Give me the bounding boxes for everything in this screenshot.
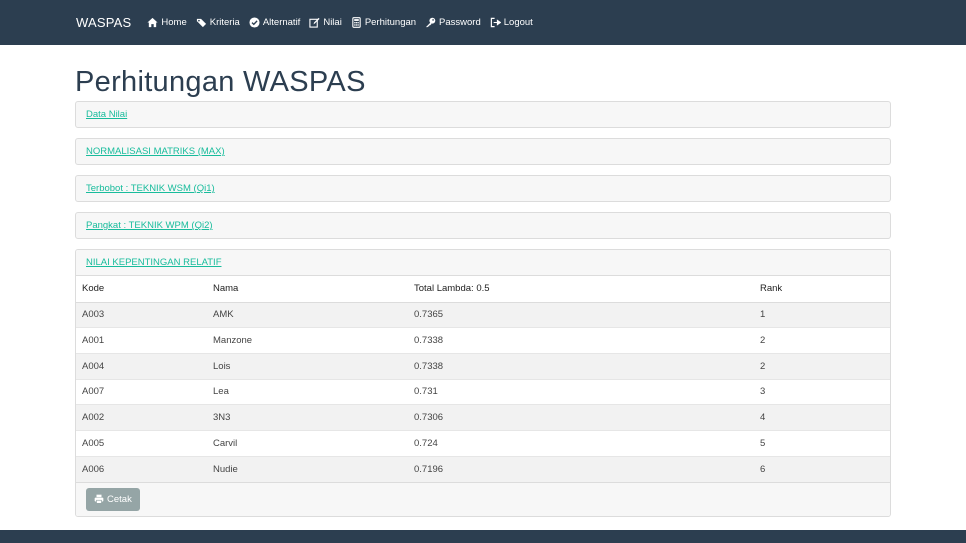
nav-perhitungan-label: Perhitungan (364, 17, 417, 28)
result-table: Kode Nama Total Lambda: 0.5 Rank A003 AM… (76, 276, 890, 482)
nav-logout-label: Logout (503, 17, 533, 28)
cell-nama: 3N3 (207, 404, 408, 431)
cell-nama: AMK (207, 301, 408, 328)
cell-total: 0.7338 (408, 327, 754, 354)
brand-logo[interactable]: WASPAS (76, 15, 131, 30)
panel-nilai-kepentingan-header: NILAI KEPENTINGAN RELATIF (76, 250, 890, 276)
cell-total: 0.7306 (408, 404, 754, 431)
panel-normalisasi-link[interactable]: NORMALISASI MATRIKS (MAX) (86, 146, 225, 157)
panel-pangkat: Pangkat : TEKNIK WPM (Qi2) (75, 212, 891, 239)
panel-normalisasi: NORMALISASI MATRIKS (MAX) (75, 138, 891, 165)
table-row: A004 Lois 0.7338 2 (76, 352, 890, 380)
cell-kode: A004 (76, 352, 207, 380)
table-row: A006 Nudie 0.7196 6 (76, 455, 890, 482)
table-header-row: Kode Nama Total Lambda: 0.5 Rank (76, 276, 890, 303)
cell-nama: Manzone (207, 327, 408, 354)
cell-nama: Lois (207, 352, 408, 380)
home-icon (147, 17, 158, 28)
tags-icon (196, 17, 207, 28)
check-circle-icon (249, 17, 260, 28)
nav-home-label: Home (161, 17, 187, 28)
panel-data-nilai-link[interactable]: Data Nilai (86, 109, 127, 120)
top-navbar: WASPAS Home Kriteria Alternatif Nilai Pe… (0, 0, 966, 45)
column-header-nama: Nama (207, 276, 408, 303)
key-icon (425, 17, 436, 28)
cell-rank: 6 (754, 455, 890, 482)
nav-kriteria-label: Kriteria (209, 17, 240, 28)
print-button[interactable]: Cetak (86, 487, 140, 511)
table-row: A005 Carvil 0.724 5 (76, 429, 890, 457)
cell-kode: A006 (76, 455, 207, 482)
table-row: A003 AMK 0.7365 1 (76, 301, 890, 328)
cell-rank: 5 (754, 429, 890, 457)
page-title: Perhitungan WASPAS (75, 66, 366, 98)
main-content: Perhitungan WASPAS Data Nilai NORMALISAS… (75, 45, 891, 517)
panel-pangkat-link[interactable]: Pangkat : TEKNIK WPM (Qi2) (86, 220, 213, 231)
cell-total: 0.7365 (408, 301, 754, 328)
cell-rank: 4 (754, 404, 890, 431)
cell-total: 0.724 (408, 429, 754, 457)
nav-nilai-label: Nilai (323, 17, 342, 28)
sign-out-icon (490, 17, 501, 28)
panel-footer: Cetak (76, 481, 890, 516)
cell-nama: Nudie (207, 455, 408, 482)
column-header-kode: Kode (76, 276, 207, 303)
table-row: A002 3N3 0.7306 4 (76, 404, 890, 431)
column-header-total: Total Lambda: 0.5 (408, 276, 754, 303)
nav-home[interactable]: Home (147, 17, 187, 28)
cell-nama: Lea (207, 378, 408, 405)
cell-total: 0.7338 (408, 352, 754, 380)
print-button-label: Cetak (107, 493, 132, 505)
cell-rank: 2 (754, 352, 890, 380)
column-header-rank: Rank (754, 276, 890, 303)
cell-kode: A007 (76, 378, 207, 405)
nav-alternatif-label: Alternatif (262, 17, 301, 28)
nav-password[interactable]: Password (425, 17, 481, 28)
cell-rank: 2 (754, 327, 890, 354)
table-row: A001 Manzone 0.7338 2 (76, 327, 890, 354)
cell-rank: 3 (754, 378, 890, 405)
nav-password-label: Password (439, 17, 481, 28)
page-footer (0, 530, 966, 543)
panel-nilai-kepentingan-link[interactable]: NILAI KEPENTINGAN RELATIF (86, 257, 222, 268)
cell-total: 0.7196 (408, 455, 754, 482)
table-row: A007 Lea 0.731 3 (76, 378, 890, 405)
panel-terbobot-link[interactable]: Terbobot : TEKNIK WSM (Qi1) (86, 183, 215, 194)
nav-kriteria[interactable]: Kriteria (196, 17, 240, 28)
cell-total: 0.731 (408, 378, 754, 405)
panel-data-nilai: Data Nilai (75, 101, 891, 128)
nav-logout[interactable]: Logout (490, 17, 533, 28)
nav-alternatif[interactable]: Alternatif (249, 17, 301, 28)
cell-rank: 1 (754, 301, 890, 328)
cell-kode: A005 (76, 429, 207, 457)
nav-nilai[interactable]: Nilai (309, 17, 342, 28)
cell-kode: A001 (76, 327, 207, 354)
cell-kode: A002 (76, 404, 207, 431)
cell-nama: Carvil (207, 429, 408, 457)
panel-terbobot: Terbobot : TEKNIK WSM (Qi1) (75, 175, 891, 202)
panel-nilai-kepentingan: NILAI KEPENTINGAN RELATIF Kode Nama Tota… (75, 249, 891, 517)
calculator-icon (351, 17, 362, 28)
nav-perhitungan[interactable]: Perhitungan (351, 17, 416, 28)
edit-icon (309, 17, 320, 28)
cell-kode: A003 (76, 301, 207, 328)
print-icon (94, 494, 104, 504)
